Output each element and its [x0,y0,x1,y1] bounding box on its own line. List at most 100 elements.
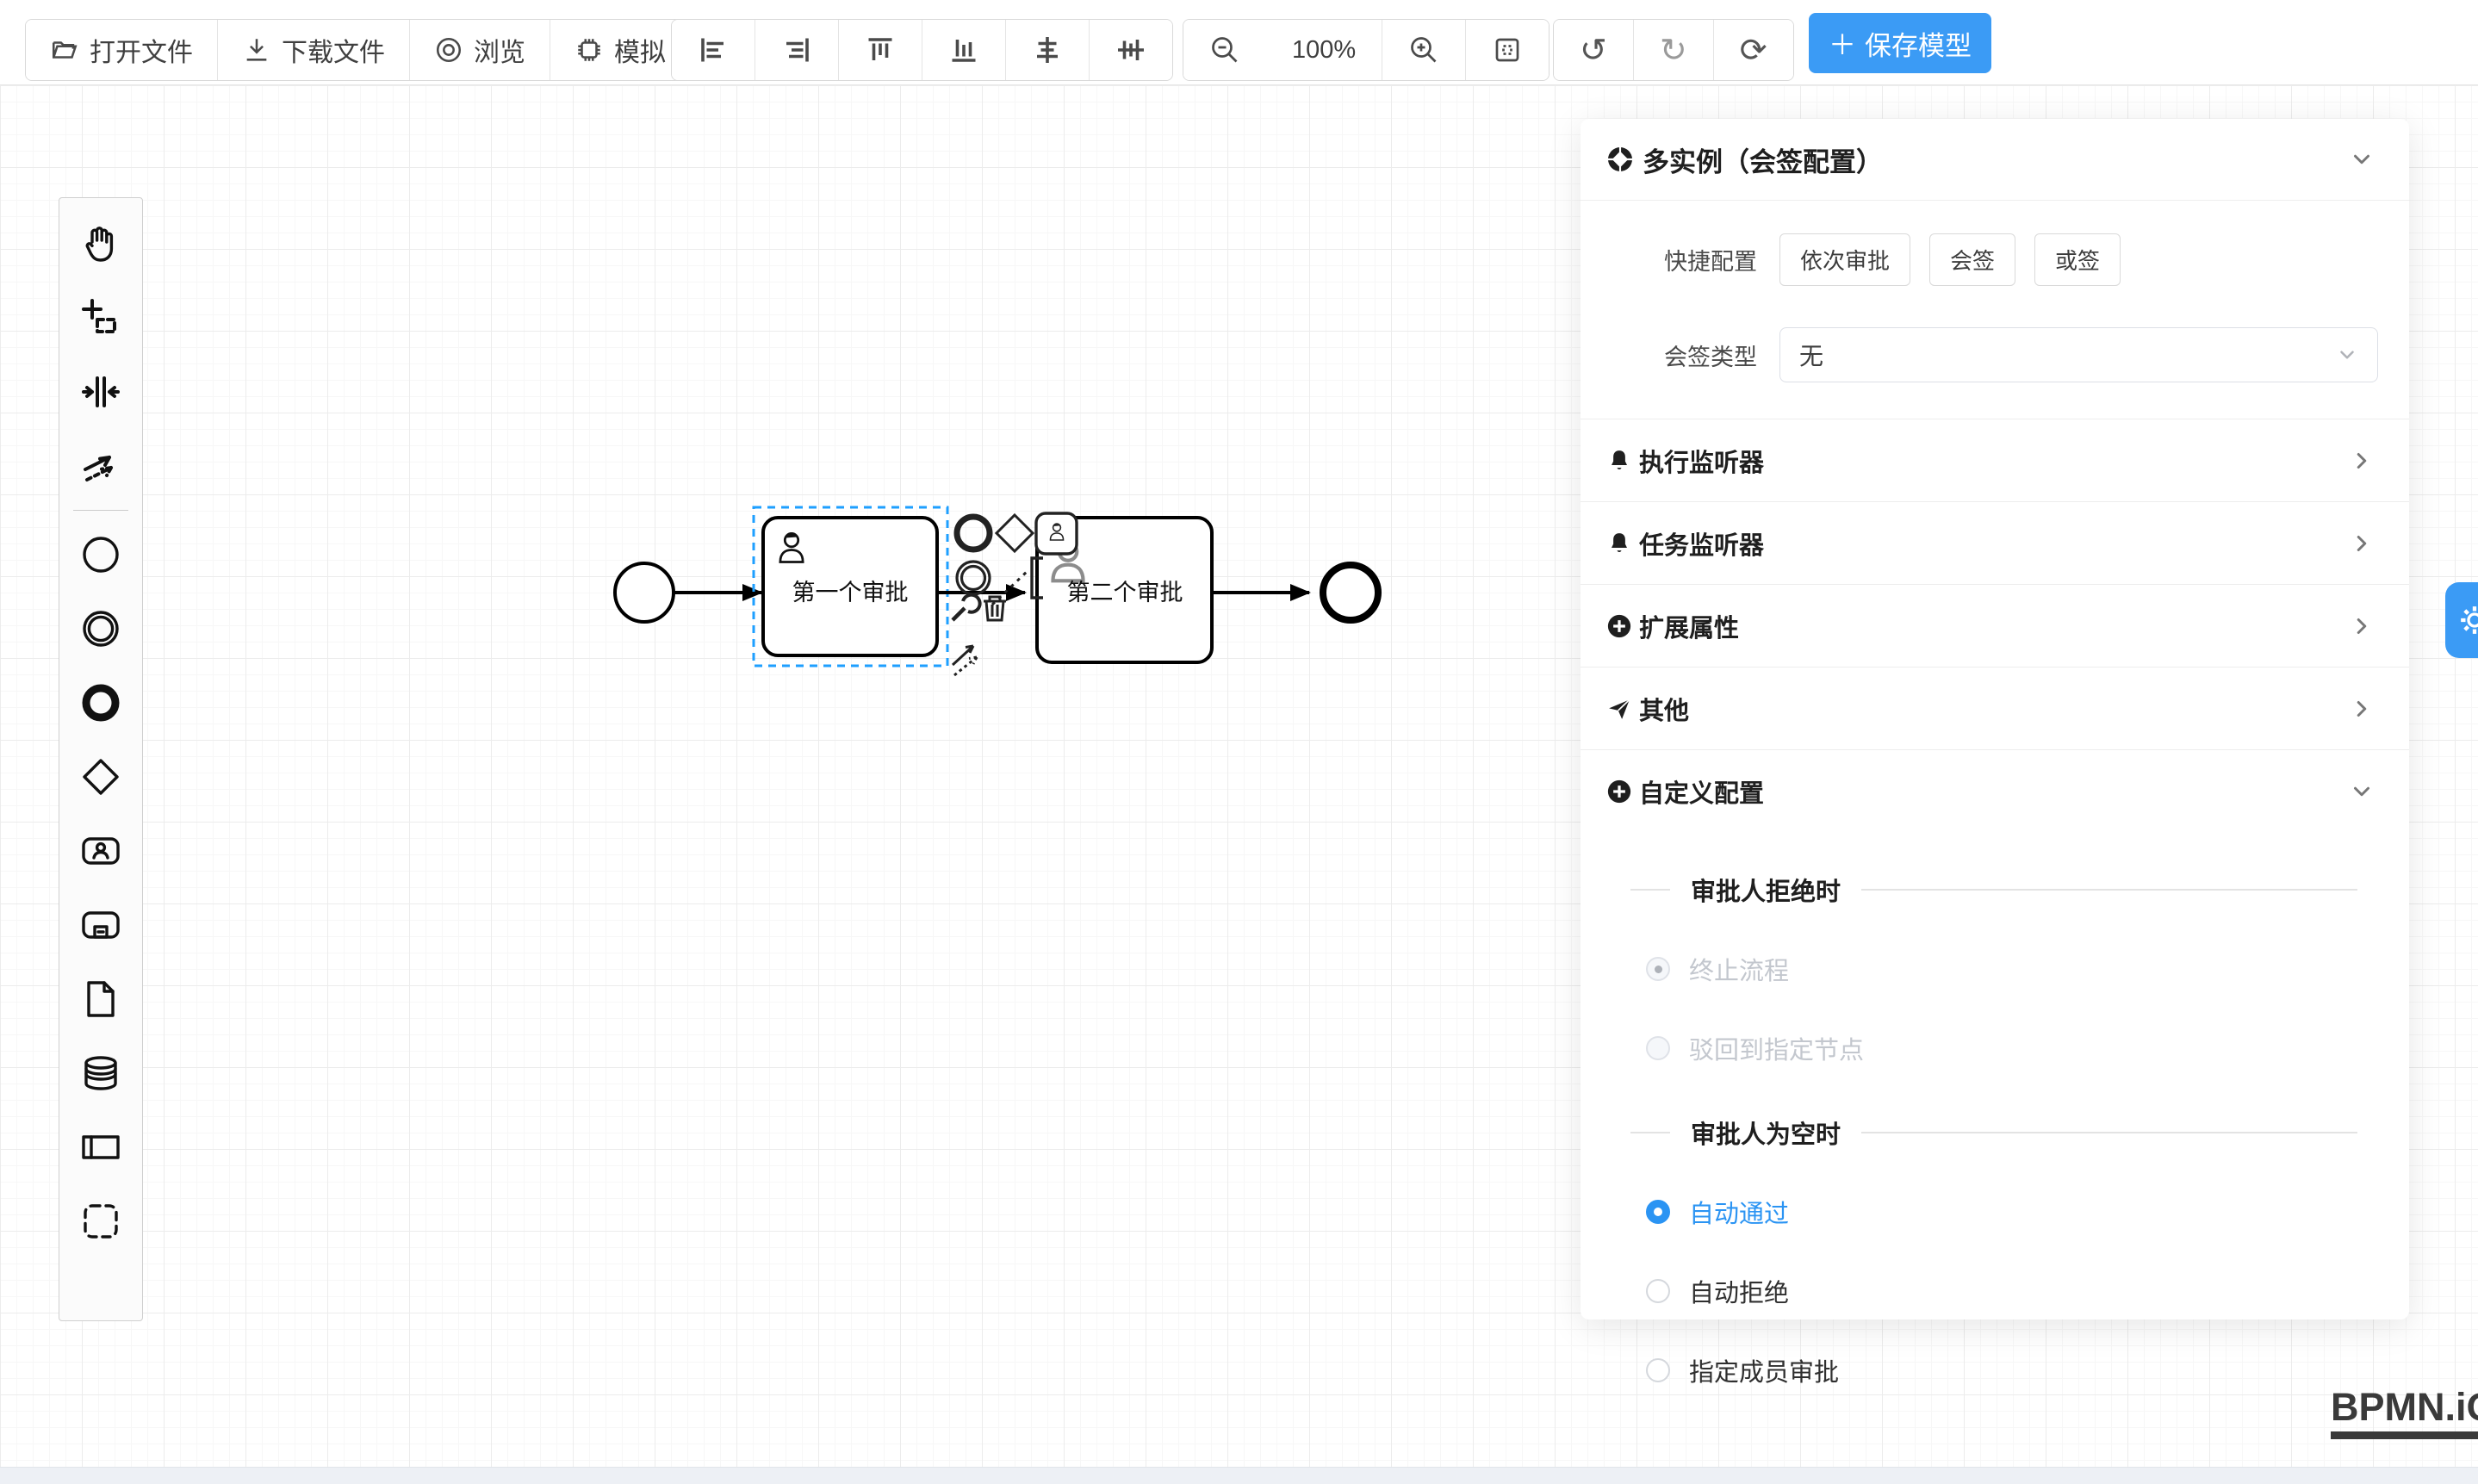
align-left-button[interactable] [672,20,755,80]
section-task-listener[interactable]: 任务监听器 [1581,501,2409,584]
data-object-icon [80,978,121,1020]
intermediate-event-icon [80,608,121,649]
create-data-store[interactable] [65,1036,137,1110]
change-type-wrench-icon[interactable] [953,595,980,620]
radio-icon [1646,1358,1670,1382]
refresh-button[interactable]: ⟳ [1713,20,1793,80]
watermark-text: BPMN.iO [2331,1385,2478,1430]
quick-config-orsign-button[interactable]: 或签 [2034,233,2121,286]
radio-auto-reject[interactable]: 自动拒绝 [1646,1273,2409,1309]
create-group[interactable] [65,1184,137,1258]
create-user-task[interactable] [65,814,137,888]
space-tool-icon [80,371,121,413]
create-subprocess[interactable] [65,888,137,962]
section-extended-properties[interactable]: 扩展属性 [1581,584,2409,667]
send-icon [1606,696,1632,722]
radio-terminate-process[interactable]: 终止流程 [1646,951,2409,987]
user-task-1[interactable]: 第一个审批 [763,518,937,655]
create-gateway[interactable] [65,740,137,814]
section-execution-listener[interactable]: 执行监听器 [1581,419,2409,501]
preview-button[interactable]: 浏览 [409,20,550,80]
radio-return-to-node[interactable]: 驳回到指定节点 [1646,1030,2409,1066]
group-icon [80,1201,121,1242]
create-start-event[interactable] [65,518,137,592]
simulate-label: 模拟 [614,31,666,69]
zoom-in-button[interactable] [1382,20,1465,80]
create-participant-pool[interactable] [65,1110,137,1184]
align-top-icon [865,34,896,65]
create-data-object[interactable] [65,962,137,1036]
redo-button[interactable]: ↻ [1633,20,1713,80]
align-right-button[interactable] [755,20,838,80]
append-end-event-icon[interactable] [957,517,990,550]
fit-viewport-button[interactable] [1465,20,1549,80]
quick-config-sequential-button[interactable]: 依次审批 [1779,233,1910,286]
plus-circle-icon [1606,779,1632,804]
sign-type-label: 会签类型 [1581,338,1757,372]
zoom-out-button[interactable] [1183,20,1266,80]
create-intermediate-event[interactable] [65,592,137,666]
bell-icon [1606,531,1632,556]
header-divider [1581,200,2409,201]
append-gateway-icon[interactable] [997,515,1033,551]
bpmn-modeler-app: 打开文件 下载文件 浏览 模拟 [0,0,2478,1484]
element-palette [59,197,143,1321]
save-model-button[interactable]: ＋ 保存模型 [1809,13,1991,73]
align-center-vertical-button[interactable] [1089,20,1172,80]
undo-button[interactable]: ↺ [1554,20,1633,80]
radio-assign-member[interactable]: 指定成员审批 [1646,1352,2409,1388]
horizontal-scrollbar[interactable] [0,1467,2478,1484]
align-center-horizontal-icon [1032,34,1063,65]
download-file-button[interactable]: 下载文件 [217,20,409,80]
connect-tool-pad-icon[interactable] [953,646,977,675]
bell-icon [1606,448,1632,474]
align-top-button[interactable] [838,20,922,80]
sign-type-select[interactable]: 无 [1779,327,2378,382]
radio-auto-approve[interactable]: 自动通过 [1646,1194,2409,1230]
chevron-down-icon[interactable] [2349,146,2375,172]
end-event-icon [80,682,121,723]
sign-type-value: 无 [1799,338,2336,372]
save-model-label: 保存模型 [1865,24,1972,63]
simulate-button[interactable]: 模拟 [550,20,690,80]
lasso-tool-icon [80,297,121,338]
lasso-tool[interactable] [65,281,137,355]
data-store-icon [80,1052,121,1094]
empty-group-title: 审批人为空时 [1630,1115,2357,1151]
append-user-task-icon[interactable] [1036,513,1077,554]
start-event-shape[interactable] [615,563,674,622]
align-center-horizontal-button[interactable] [1005,20,1089,80]
end-event-shape[interactable] [1323,565,1378,620]
quick-config-countersign-button[interactable]: 会签 [1929,233,2015,286]
zoom-out-icon [1209,34,1240,65]
quick-config-row: 快捷配置 依次审批 会签 或签 [1581,233,2378,286]
hand-tool[interactable] [65,207,137,281]
fit-viewport-icon [1492,34,1523,65]
radio-icon [1646,1200,1670,1224]
chevron-right-icon [2349,613,2375,639]
radio-icon [1646,957,1670,981]
global-connect-tool[interactable] [65,429,137,503]
radio-icon [1646,1036,1670,1060]
zoom-in-icon [1408,34,1439,65]
undo-icon: ↺ [1580,34,1607,66]
file-button-group: 打开文件 下载文件 浏览 模拟 [25,19,691,81]
properties-panel: 多实例（会签配置） 快捷配置 依次审批 会签 或签 会签类型 无 执行监听器 [1581,119,2409,1319]
participant-pool-icon [80,1127,121,1168]
bpmn-io-watermark: BPMN.iO [2331,1385,2478,1439]
plus-circle-icon [1606,613,1632,639]
user-task-icon [80,830,121,872]
align-center-vertical-icon [1115,34,1146,65]
history-button-group: ↺ ↻ ⟳ [1553,19,1794,81]
delete-trash-icon[interactable] [984,597,1006,620]
create-end-event[interactable] [65,666,137,740]
section-custom-config[interactable]: 自定义配置 [1581,749,2409,832]
settings-tab[interactable] [2445,582,2478,658]
multi-instance-header[interactable]: 多实例（会签配置） [1581,119,2409,200]
align-bottom-button[interactable] [922,20,1005,80]
sign-type-row: 会签类型 无 [1581,327,2378,382]
open-file-button[interactable]: 打开文件 [26,20,217,80]
global-connect-tool-icon [80,445,121,487]
section-other[interactable]: 其他 [1581,667,2409,749]
space-tool[interactable] [65,355,137,429]
